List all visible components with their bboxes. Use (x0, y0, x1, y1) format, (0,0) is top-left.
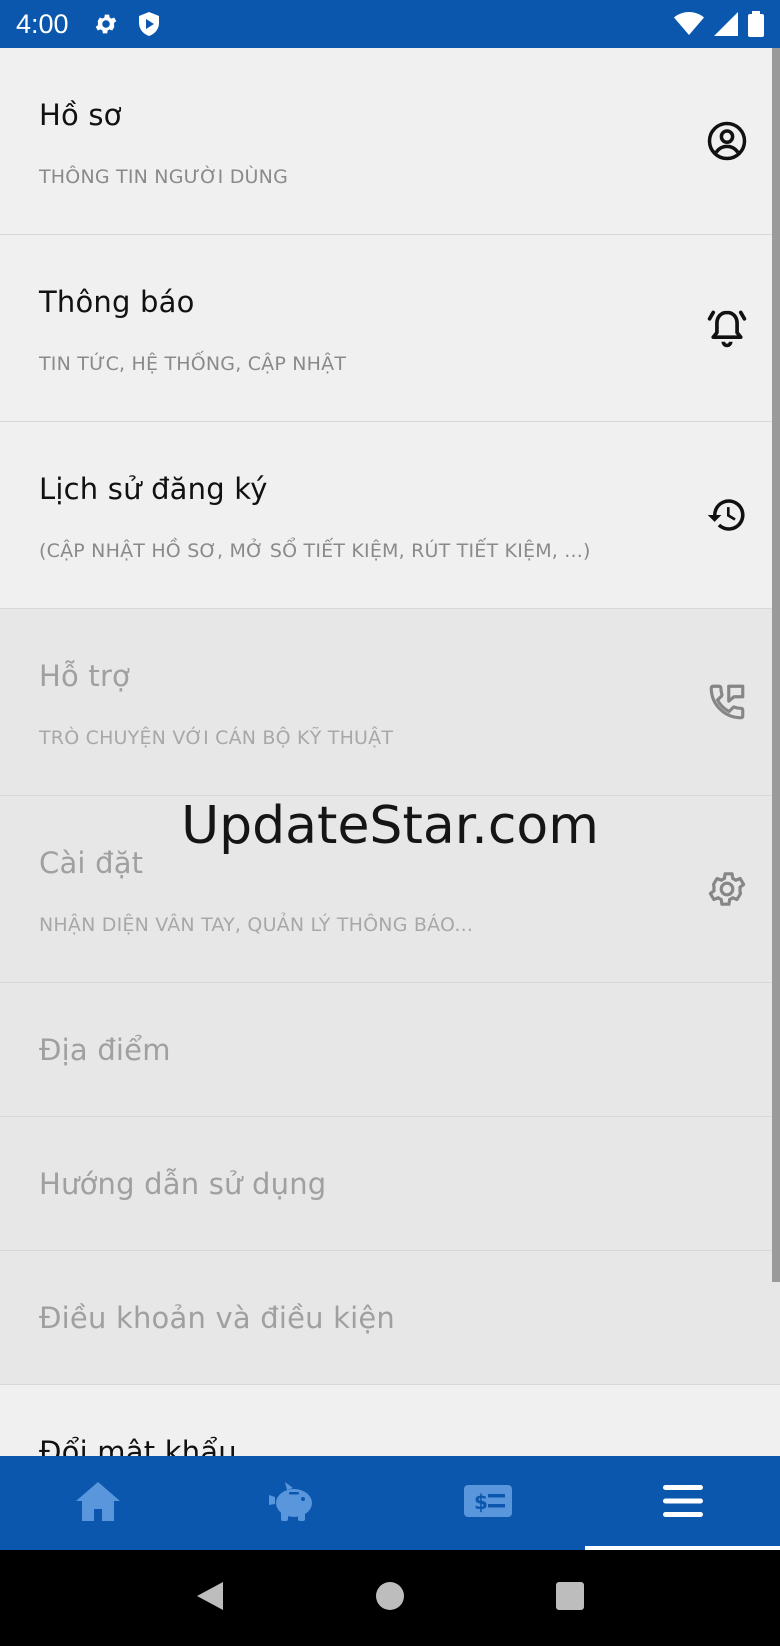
menu-item-registration-history[interactable]: Lịch sử đăng ký (CẬP NHẬT HỒ SƠ, MỞ SỔ T… (0, 422, 780, 609)
menu-item-locations[interactable]: Địa điểm (0, 983, 780, 1117)
scrollbar[interactable] (772, 48, 780, 1282)
menu-item-user-guide[interactable]: Hướng dẫn sử dụng (0, 1117, 780, 1251)
menu-item-subtitle: THÔNG TIN NGƯỜI DÙNG (39, 166, 288, 188)
menu-item-title: Lịch sử đăng ký (39, 472, 268, 506)
nav-tab-savings[interactable] (195, 1456, 390, 1550)
bottom-navigation: $ (0, 1456, 780, 1550)
menu-item-support[interactable]: Hỗ trợ TRÒ CHUYỆN VỚI CÁN BỘ KỸ THUẬT (0, 609, 780, 796)
menu-item-title: Điều khoản và điều kiện (39, 1301, 395, 1335)
svg-text:$: $ (474, 1490, 488, 1514)
recent-apps-icon[interactable] (555, 1581, 585, 1615)
gear-icon (93, 11, 119, 37)
menu-item-title: Cài đặt (39, 846, 144, 880)
home-icon (73, 1479, 123, 1527)
menu-item-notifications[interactable]: Thông báo TIN TỨC, HỆ THỐNG, CẬP NHẬT (0, 235, 780, 422)
menu-item-subtitle: (CẬP NHẬT HỒ SƠ, MỞ SỔ TIẾT KIỆM, RÚT TI… (39, 540, 591, 562)
menu-item-subtitle: TIN TỨC, HỆ THỐNG, CẬP NHẬT (39, 353, 347, 375)
wifi-icon (674, 12, 704, 36)
menu-icon (661, 1483, 705, 1523)
battery-icon (748, 11, 764, 37)
menu-item-change-password[interactable]: Đổi mật khẩu (0, 1385, 780, 1456)
menu-item-title: Hỗ trợ (39, 659, 131, 693)
menu-item-title: Hồ sơ (39, 98, 122, 132)
settings-menu: Hồ sơ THÔNG TIN NGƯỜI DÙNG Thông báo TIN… (0, 48, 780, 1456)
phone-message-icon (704, 679, 750, 725)
menu-item-title: Địa điểm (39, 1033, 171, 1067)
system-navigation-bar (0, 1550, 780, 1646)
piggy-bank-icon (267, 1479, 319, 1527)
status-time: 4:00 (16, 8, 69, 39)
account-circle-icon (704, 118, 750, 164)
menu-item-title: Đổi mật khẩu (39, 1435, 237, 1456)
shield-play-icon (137, 11, 161, 37)
history-icon (704, 492, 750, 538)
menu-item-settings[interactable]: Cài đặt NHẬN DIỆN VÂN TAY, QUẢN LÝ THÔNG… (0, 796, 780, 983)
back-icon[interactable] (195, 1580, 225, 1616)
menu-item-terms[interactable]: Điều khoản và điều kiện (0, 1251, 780, 1385)
menu-item-subtitle: TRÒ CHUYỆN VỚI CÁN BỘ KỸ THUẬT (39, 727, 394, 749)
money-card-icon: $ (463, 1484, 513, 1522)
nav-tab-home[interactable] (0, 1456, 195, 1550)
settings-gear-icon (704, 866, 750, 912)
menu-item-profile[interactable]: Hồ sơ THÔNG TIN NGƯỜI DÙNG (0, 48, 780, 235)
menu-item-title: Thông báo (39, 285, 195, 319)
menu-item-subtitle: NHẬN DIỆN VÂN TAY, QUẢN LÝ THÔNG BÁO... (39, 914, 474, 936)
status-bar: 4:00 (0, 0, 780, 48)
cellular-signal-icon (714, 12, 738, 36)
home-button-icon[interactable] (375, 1581, 405, 1615)
bell-ringing-icon (704, 305, 750, 351)
nav-tab-transactions[interactable]: $ (390, 1456, 585, 1550)
nav-tab-menu[interactable] (585, 1456, 780, 1550)
menu-item-title: Hướng dẫn sử dụng (39, 1167, 327, 1201)
